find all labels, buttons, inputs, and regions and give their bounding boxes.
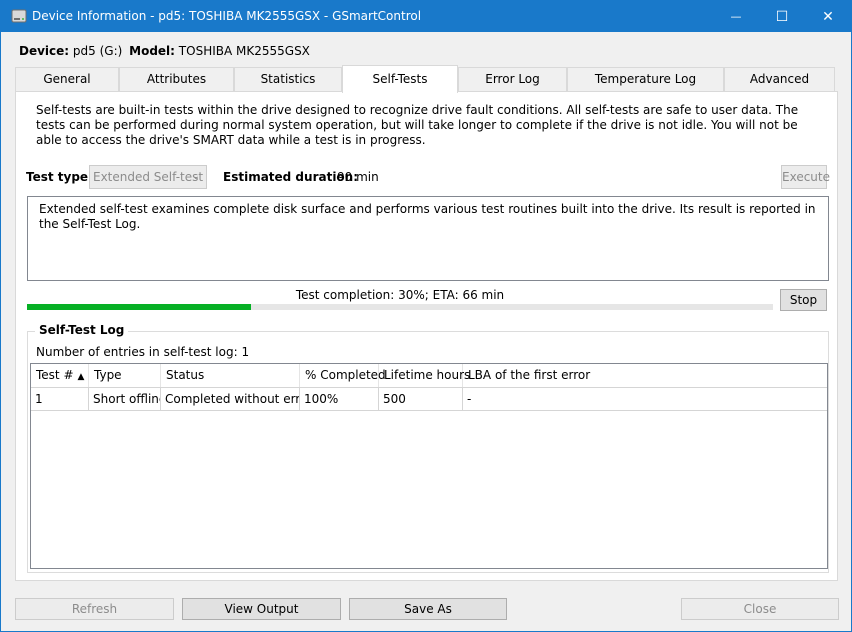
tab-general[interactable]: General: [15, 67, 119, 92]
maximize-icon: ☐: [775, 8, 789, 25]
column-header-lifetime-hours[interactable]: Lifetime hours: [379, 364, 470, 387]
model-value: TOSHIBA MK2555GSX: [178, 44, 310, 58]
test-progress-bar: [27, 304, 773, 310]
device-label: Device:: [19, 44, 70, 58]
title-bar[interactable]: Device Information - pd5: TOSHIBA MK2555…: [1, 1, 851, 32]
progress-fill: [27, 304, 251, 310]
column-header-type[interactable]: Type: [89, 364, 161, 387]
view-output-button[interactable]: View Output: [182, 598, 341, 620]
table-row[interactable]: 1 Short offline Completed without error …: [31, 388, 827, 411]
save-as-button[interactable]: Save As: [349, 598, 507, 620]
tab-advanced[interactable]: Advanced: [724, 67, 835, 92]
cell-test-number: 1: [31, 388, 89, 410]
duration-value: 90 min: [337, 170, 379, 184]
test-type-label: Test type:: [26, 170, 93, 184]
close-window-button[interactable]: ✕: [805, 1, 851, 32]
column-header-percent-completed[interactable]: % Completed: [300, 364, 386, 387]
tab-self-tests[interactable]: Self-Tests: [342, 65, 458, 93]
test-description: Extended self-test examines complete dis…: [27, 196, 829, 281]
cell-status: Completed without error: [161, 388, 300, 410]
test-type-select[interactable]: Extended Self-test ⌄: [89, 165, 207, 189]
column-header-lba-first-error[interactable]: LBA of the first error: [463, 364, 827, 387]
test-description-text: Extended self-test examines complete dis…: [39, 202, 816, 231]
test-type-value: Extended Self-test: [93, 170, 204, 184]
self-test-log-group: Self-Test Log Number of entries in self-…: [27, 323, 829, 573]
device-info-line: Device: pd5 (G:) Model: TOSHIBA MK2555GS…: [19, 44, 310, 58]
self-tests-panel: Self-tests are built-in tests within the…: [15, 91, 838, 581]
tab-error-log[interactable]: Error Log: [458, 67, 567, 92]
column-header-test-number[interactable]: Test # ▲: [31, 364, 89, 387]
minimize-icon: —: [730, 10, 742, 23]
disk-drive-icon: [11, 9, 27, 23]
tab-temperature-log[interactable]: Temperature Log: [567, 67, 724, 92]
tab-attributes[interactable]: Attributes: [119, 67, 234, 92]
cell-lba-first-error: -: [467, 392, 472, 406]
close-button[interactable]: Close: [681, 598, 839, 620]
progress-status-text: Test completion: 30%; ETA: 66 min: [295, 288, 505, 302]
tab-statistics[interactable]: Statistics: [234, 67, 342, 92]
device-value: pd5 (G:): [72, 44, 123, 58]
intro-text: Self-tests are built-in tests within the…: [36, 103, 799, 147]
close-icon: ✕: [822, 8, 834, 25]
gsmartcontrol-window: Device Information - pd5: TOSHIBA MK2555…: [0, 0, 852, 632]
chevron-down-icon: ⌄: [191, 171, 200, 182]
self-test-log-title: Self-Test Log: [35, 323, 129, 337]
cell-lifetime-hours: 500: [379, 388, 463, 410]
self-test-log-table[interactable]: Test # ▲ Type Status % Completed Lifetime…: [30, 363, 828, 569]
minimize-button[interactable]: —: [713, 1, 759, 32]
stop-button[interactable]: Stop: [780, 289, 827, 311]
column-header-status[interactable]: Status: [161, 364, 300, 387]
window-title: Device Information - pd5: TOSHIBA MK2555…: [32, 9, 422, 23]
refresh-button[interactable]: Refresh: [15, 598, 174, 620]
column-header-label: Test #: [36, 368, 74, 382]
entries-count: Number of entries in self-test log: 1: [36, 345, 250, 359]
maximize-button[interactable]: ☐: [759, 1, 805, 32]
execute-button[interactable]: Execute: [781, 165, 830, 189]
cell-percent-completed: 100%: [300, 388, 379, 410]
sort-ascending-icon: ▲: [77, 372, 85, 382]
table-header: Test # ▲ Type Status % Completed Lifetime…: [31, 364, 827, 388]
cell-type: Short offline: [89, 388, 161, 410]
model-label: Model:: [129, 44, 175, 58]
